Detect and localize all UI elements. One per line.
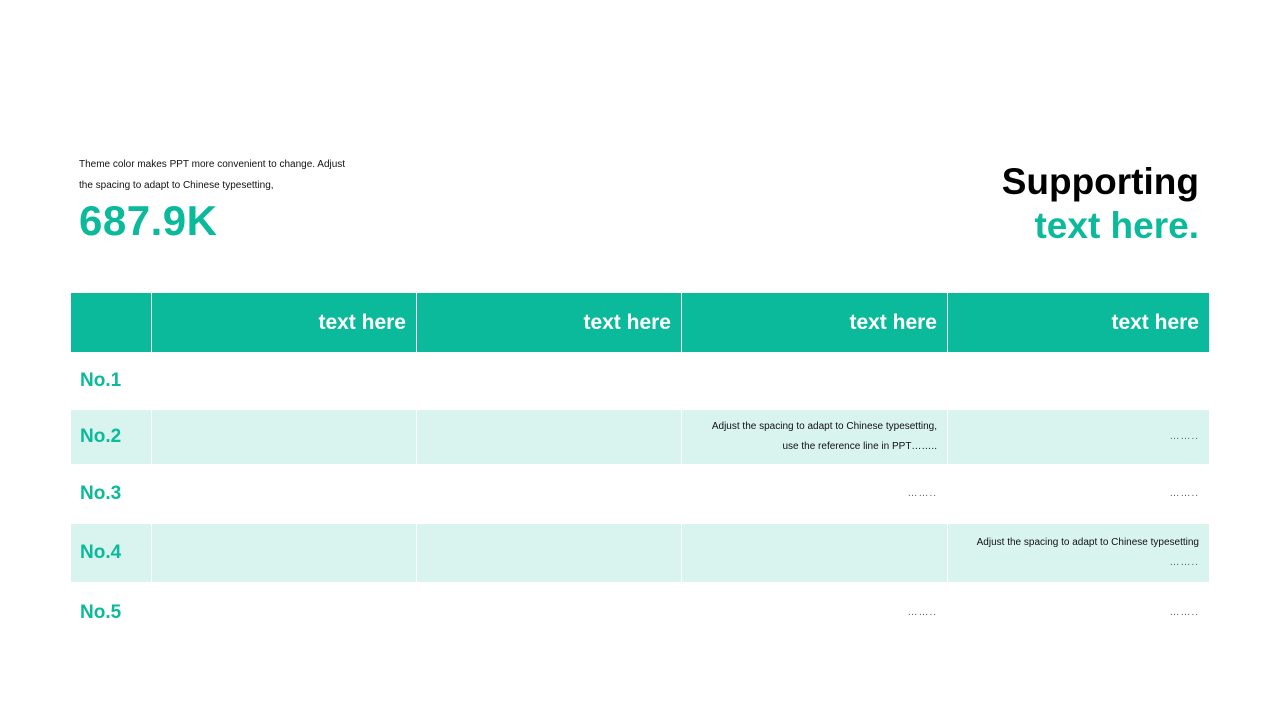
- row-label: No.3: [80, 483, 122, 504]
- row-label: No.1: [80, 370, 122, 391]
- table-cell: ……..: [681, 464, 947, 524]
- table-cell: [947, 352, 1209, 410]
- header-cell: text here: [947, 293, 1209, 352]
- table-cell: [151, 352, 416, 410]
- table-row: No.5 …….. ……..: [71, 582, 1209, 644]
- row-label: No.2: [80, 426, 122, 447]
- cell-line: ……..: [1169, 557, 1199, 568]
- header-cell: text here: [416, 293, 681, 352]
- table-cell: [416, 582, 681, 644]
- supporting-heading: Supporting text here.: [1002, 160, 1199, 248]
- table-cell: [681, 352, 947, 410]
- cell-line: Adjust the spacing to adapt to Chinese t…: [976, 537, 1199, 548]
- data-table: text here text here text here text here …: [71, 293, 1209, 644]
- table-cell: [151, 410, 416, 464]
- row-label: No.5: [80, 602, 122, 623]
- table-cell: [416, 524, 681, 582]
- table-cell: ……..: [947, 582, 1209, 644]
- table-cell: [416, 464, 681, 524]
- header-cell-empty: [71, 293, 151, 352]
- table-cell: [681, 524, 947, 582]
- table-cell: ……..: [947, 410, 1209, 464]
- header-cell: text here: [681, 293, 947, 352]
- intro-line-2: the spacing to adapt to Chinese typesett…: [79, 180, 274, 191]
- table-cell: Adjust the spacing to adapt to Chinese t…: [947, 524, 1209, 582]
- table-cell: ……..: [947, 464, 1209, 524]
- intro-text: Theme color makes PPT more convenient to…: [79, 154, 379, 196]
- table-row: No.4 Adjust the spacing to adapt to Chin…: [71, 524, 1209, 582]
- table-row: No.3 …….. ……..: [71, 464, 1209, 524]
- intro-line-1: Theme color makes PPT more convenient to…: [79, 159, 346, 170]
- supporting-line-2: text here.: [1034, 205, 1199, 246]
- stat-value: 687.9K: [79, 197, 218, 244]
- table-row: No.2 Adjust the spacing to adapt to Chin…: [71, 410, 1209, 464]
- header-cell: text here: [151, 293, 416, 352]
- table-cell: [151, 464, 416, 524]
- table-cell: ……..: [681, 582, 947, 644]
- cell-line: Adjust the spacing to adapt to Chinese t…: [711, 421, 937, 432]
- table-cell: [416, 352, 681, 410]
- table-header: text here text here text here text here: [71, 293, 1209, 352]
- row-label: No.4: [80, 542, 122, 563]
- cell-line: use the reference line in PPT……..: [782, 441, 937, 452]
- table-row: No.1: [71, 352, 1209, 410]
- table-cell: [151, 524, 416, 582]
- table-cell: [151, 582, 416, 644]
- table-cell: Adjust the spacing to adapt to Chinese t…: [681, 410, 947, 464]
- table-cell: [416, 410, 681, 464]
- supporting-line-1: Supporting: [1001, 161, 1199, 202]
